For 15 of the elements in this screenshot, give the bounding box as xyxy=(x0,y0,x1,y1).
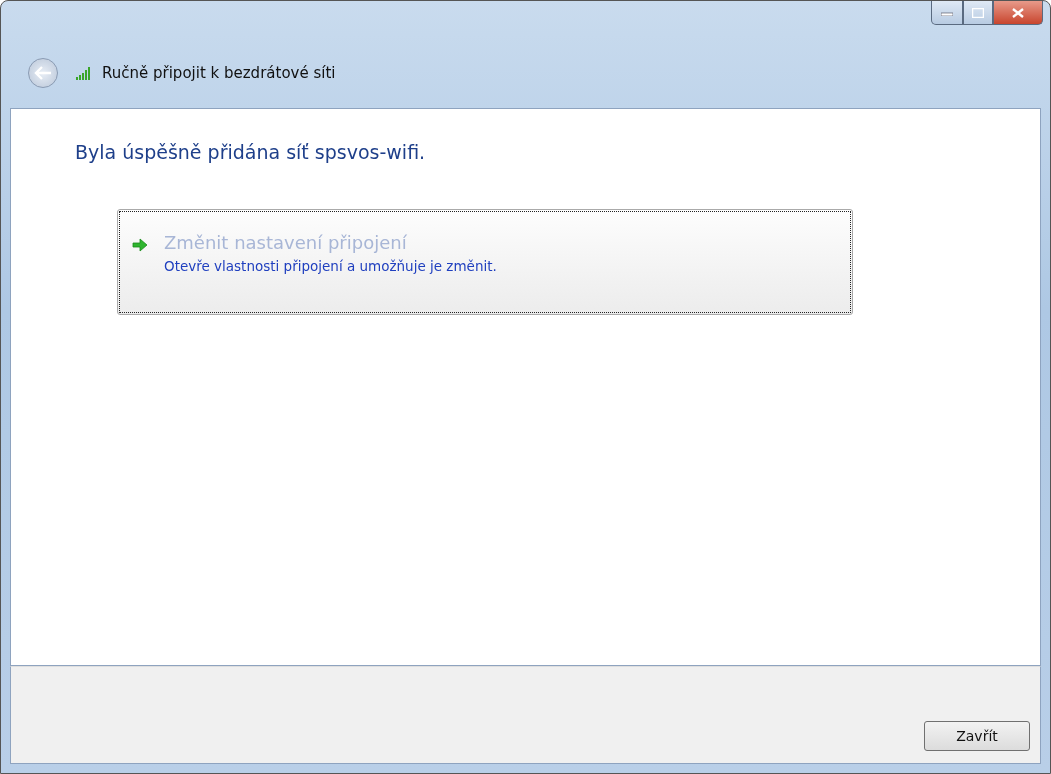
link-title: Změnit nastavení připojení xyxy=(164,232,408,253)
command-link[interactable]: Změnit nastavení připojení Otevře vlastnosti připojení a umožňuje je změnit. xyxy=(117,209,853,315)
close-dialog-button[interactable]: Zavřít xyxy=(924,721,1030,751)
back-arrow-icon xyxy=(34,66,52,80)
page-heading: Byla úspěšně přidána síť spsvos-wifi. xyxy=(75,141,427,163)
back-button[interactable] xyxy=(28,58,58,88)
minimize-icon xyxy=(941,9,953,16)
maximize-icon xyxy=(972,7,984,18)
close-button[interactable] xyxy=(993,1,1043,25)
minimize-button[interactable] xyxy=(931,1,963,25)
maximize-button[interactable] xyxy=(963,1,993,25)
link-description: Otevře vlastnosti připojení a umožňuje je změnit. xyxy=(164,258,497,274)
arrow-icon xyxy=(132,238,148,252)
window-title: Ručně připojit k bezdrátové síti xyxy=(102,64,336,82)
close-icon xyxy=(1012,7,1024,18)
